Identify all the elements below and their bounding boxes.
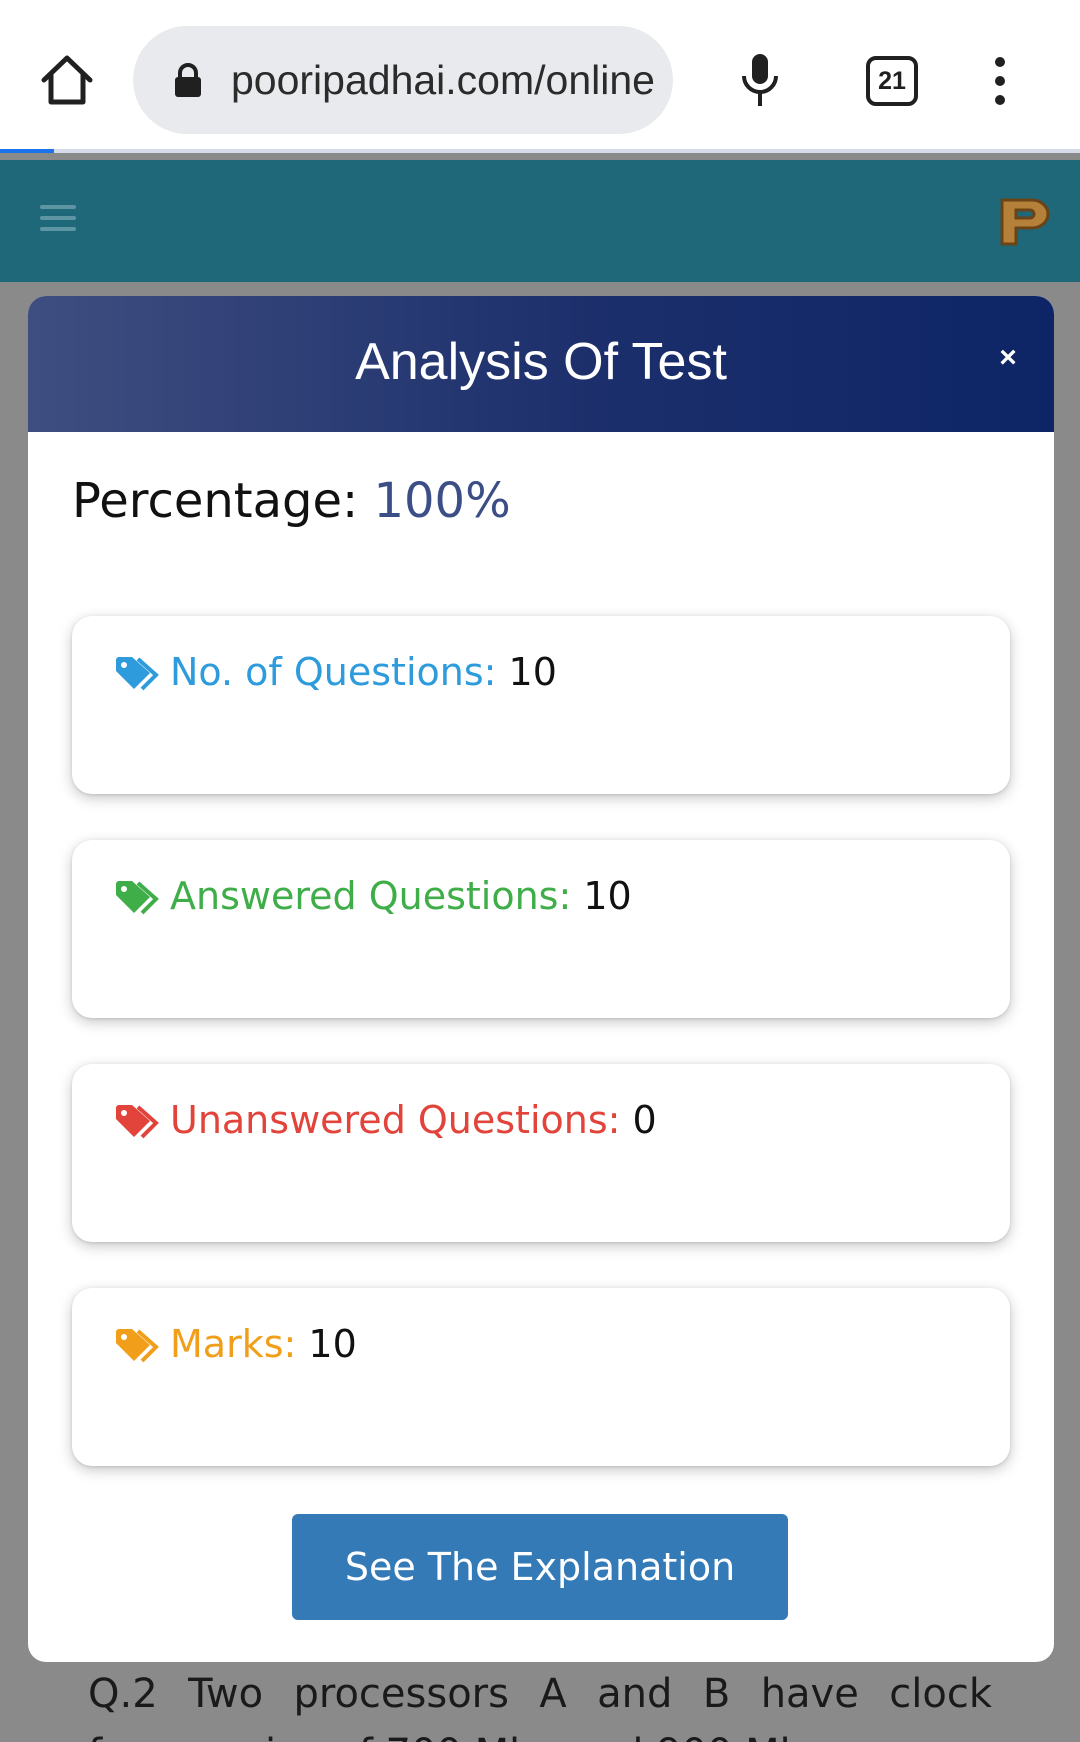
- more-vert-icon[interactable]: [990, 56, 1010, 106]
- address-bar[interactable]: pooripadhai.com/online: [133, 26, 673, 134]
- stat-value: 0: [632, 1098, 657, 1142]
- stat-value: 10: [583, 874, 632, 918]
- stat-label: Answered Questions:: [170, 874, 572, 918]
- stat-label: Marks:: [170, 1322, 297, 1366]
- close-button[interactable]: ×: [988, 338, 1028, 378]
- site-header: [0, 160, 1080, 282]
- stat-value: 10: [508, 650, 557, 694]
- stat-card-marks: Marks: 10: [72, 1288, 1010, 1466]
- page-load-progress-fill: [0, 149, 54, 153]
- tag-icon: [114, 650, 162, 691]
- url-text: pooripadhai.com/online: [231, 57, 655, 103]
- browser-toolbar: pooripadhai.com/online 21: [0, 0, 1080, 153]
- percentage-row: Percentage: 100%: [72, 466, 511, 536]
- home-icon[interactable]: [38, 52, 96, 108]
- stat-card-questions: No. of Questions: 10: [72, 616, 1010, 794]
- tag-icon: [114, 1322, 162, 1363]
- tag-icon: [114, 1098, 162, 1139]
- stat-card-answered: Answered Questions: 10: [72, 840, 1010, 1018]
- stat-card-unanswered: Unanswered Questions: 0: [72, 1064, 1010, 1242]
- percentage-value: 100%: [373, 473, 511, 529]
- see-explanation-button[interactable]: See The Explanation: [292, 1514, 788, 1620]
- site-logo-icon[interactable]: [994, 194, 1054, 250]
- lock-icon: [171, 62, 205, 98]
- stat-value: 10: [308, 1322, 357, 1366]
- stat-label: Unanswered Questions:: [170, 1098, 621, 1142]
- modal-title: Analysis Of Test: [355, 333, 727, 391]
- mic-icon[interactable]: [738, 52, 782, 108]
- question-text: Q.2 Two processors A and B have clock fr…: [88, 1671, 992, 1742]
- percentage-label: Percentage:: [72, 473, 359, 529]
- modal-header: Analysis Of Test ×: [28, 296, 1054, 432]
- page-load-progress: [0, 149, 1080, 153]
- tabs-count-button[interactable]: 21: [866, 56, 918, 106]
- stat-label: No. of Questions:: [170, 650, 497, 694]
- tag-icon: [114, 874, 162, 915]
- analysis-modal: Analysis Of Test × Percentage: 100% No. …: [28, 296, 1054, 1662]
- hamburger-icon[interactable]: [40, 205, 76, 235]
